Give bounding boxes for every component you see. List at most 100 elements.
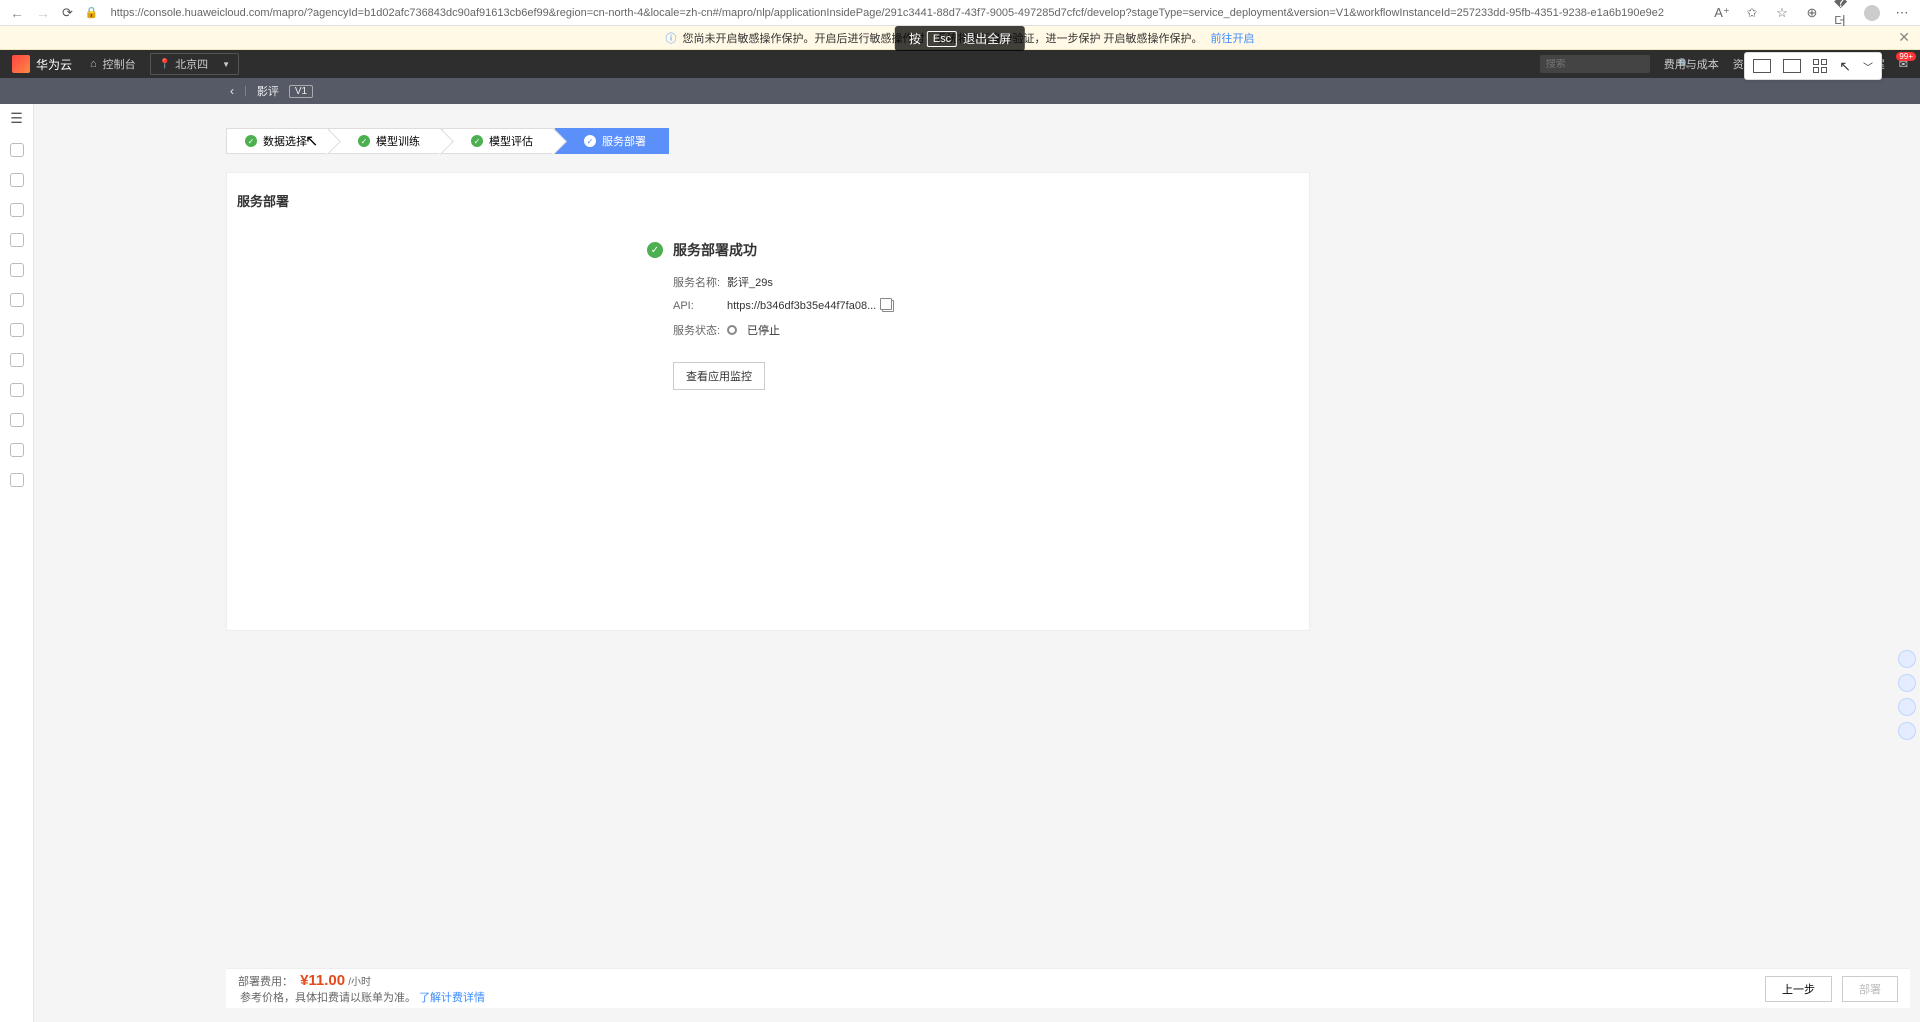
favorite-icon[interactable]: ✩ (1744, 5, 1760, 21)
home-icon[interactable]: ⌂ (90, 58, 97, 70)
main-area: ✓ 数据选择 ↖ ✓ 模型训练 ✓ 模型评估 ✓ 服务部署 服务部署 ✓ 服务部… (226, 128, 1310, 631)
help-icon[interactable] (1898, 650, 1916, 668)
read-aloud-icon[interactable]: A⁺ (1714, 5, 1730, 21)
status-dot-icon (727, 325, 737, 335)
step-label: 模型训练 (376, 133, 420, 149)
step-model-train[interactable]: ✓ 模型训练 (329, 128, 443, 154)
info-icon: ⓘ (665, 30, 676, 46)
left-sidebar: ☰ (0, 104, 34, 1022)
sub-header: ‹ | 影评 V1 (0, 78, 1920, 104)
side-icon-8[interactable] (10, 353, 24, 367)
side-icon-3[interactable] (10, 203, 24, 217)
side-icon-6[interactable] (10, 293, 24, 307)
url-bar[interactable]: https://console.huaweicloud.com/mapro/?a… (111, 7, 1702, 19)
check-icon: ✓ (245, 135, 257, 147)
lock-icon: 🔒 (85, 6, 99, 19)
brand-name: 华为云 (36, 56, 72, 73)
forward-arrow-icon[interactable]: → (36, 5, 50, 21)
value-status: 已停止 (727, 322, 780, 338)
success-check-icon: ✓ (647, 242, 663, 258)
ref-link[interactable]: 了解计费详情 (419, 992, 485, 1004)
label-api: API: (673, 300, 727, 312)
page-title: 影评 (257, 83, 279, 99)
console-link[interactable]: 控制台 (103, 56, 136, 72)
row-service-name: 服务名称: 影评_29s (673, 274, 1299, 290)
cursor-icon: ↖ (305, 131, 318, 151)
mail-badge: 99+ (1896, 52, 1916, 61)
esc-key: Esc (927, 31, 957, 47)
search-input[interactable] (1546, 59, 1678, 70)
view-monitor-button[interactable]: 查看应用监控 (673, 362, 765, 390)
browser-toolbar: ← → ⟳ 🔒 https://console.huaweicloud.com/… (0, 0, 1920, 26)
back-arrow-icon[interactable]: ← (10, 5, 24, 21)
side-icon-2[interactable] (10, 173, 24, 187)
logo-block[interactable]: 华为云 (12, 55, 72, 73)
footer-buttons: 上一步 部署 (1765, 976, 1898, 1002)
step-label: 模型评估 (489, 133, 533, 149)
layout-single-icon[interactable] (1753, 59, 1771, 73)
mail-icon[interactable]: ✉99+ (1899, 58, 1908, 71)
nav-cost[interactable]: 费用与成本 (1664, 56, 1719, 72)
content-panel: 服务部署 ✓ 服务部署成功 服务名称: 影评_29s API: https://… (226, 172, 1310, 631)
divider: | (244, 85, 247, 97)
feedback-icon[interactable] (1898, 674, 1916, 692)
side-icon-1[interactable] (10, 143, 24, 157)
success-title: 服务部署成功 (673, 240, 757, 260)
close-icon[interactable]: ✕ (1898, 29, 1910, 46)
fullscreen-hint: 按 Esc 退出全屏 (895, 26, 1025, 51)
label-service-name: 服务名称: (673, 274, 727, 290)
check-icon: ✓ (358, 135, 370, 147)
row-status: 服务状态: 已停止 (673, 322, 1299, 338)
row-api: API: https://b346df3b35e44f7fa08... (673, 300, 1299, 312)
chat-icon[interactable] (1898, 722, 1916, 740)
extensions-icon[interactable]: �더 (1834, 5, 1850, 21)
status-text: 已停止 (747, 322, 780, 338)
cost-value: ¥11.00 (300, 972, 345, 989)
search-box[interactable]: 🔍 (1540, 55, 1650, 73)
footer-bar: 部署费用： ¥11.00 /小时 参考价格，具体扣费请以账单为准。 了解计费详情… (226, 968, 1910, 1008)
prev-button[interactable]: 上一步 (1765, 976, 1832, 1002)
step-model-eval[interactable]: ✓ 模型评估 (442, 128, 556, 154)
success-block: ✓ 服务部署成功 服务名称: 影评_29s API: https://b346d… (647, 240, 1299, 390)
step-data-select[interactable]: ✓ 数据选择 ↖ (226, 128, 330, 154)
region-name: 北京四 (175, 56, 208, 72)
collections-icon[interactable]: ⊕ (1804, 5, 1820, 21)
chevron-down-icon[interactable]: ﹀ (1863, 59, 1873, 74)
cursor-select-icon[interactable]: ↖ (1839, 58, 1851, 75)
refresh-icon[interactable]: ⟳ (62, 5, 73, 21)
side-icon-4[interactable] (10, 233, 24, 247)
star-icon[interactable]: ☆ (1774, 5, 1790, 21)
cost-block: 部署费用： ¥11.00 /小时 参考价格，具体扣费请以账单为准。 了解计费详情 (238, 972, 485, 1005)
more-icon[interactable]: ⋯ (1894, 5, 1910, 21)
section-title: 服务部署 (237, 191, 1299, 210)
copy-icon[interactable] (882, 300, 894, 312)
check-icon: ✓ (471, 135, 483, 147)
region-selector[interactable]: 📍 北京四 ▼ (150, 53, 239, 75)
deploy-button: 部署 (1842, 976, 1898, 1002)
side-icon-10[interactable] (10, 413, 24, 427)
step-label: 数据选择 (263, 133, 307, 149)
side-icon-9[interactable] (10, 383, 24, 397)
support-icon[interactable] (1898, 698, 1916, 716)
back-icon[interactable]: ‹ (230, 84, 234, 98)
step-label: 服务部署 (602, 133, 646, 149)
huawei-logo-icon (12, 55, 30, 73)
menu-icon[interactable]: ☰ (10, 110, 23, 127)
layout-double-icon[interactable] (1783, 59, 1801, 73)
pin-icon: 📍 (159, 59, 171, 70)
layout-grid-icon[interactable] (1813, 59, 1827, 73)
browser-actions: A⁺ ✩ ☆ ⊕ �더 ⋯ (1714, 5, 1910, 21)
side-icon-5[interactable] (10, 263, 24, 277)
version-tag: V1 (289, 85, 313, 98)
side-icon-7[interactable] (10, 323, 24, 337)
side-icon-11[interactable] (10, 443, 24, 457)
success-heading: ✓ 服务部署成功 (647, 240, 1299, 260)
side-icon-12[interactable] (10, 473, 24, 487)
notice-link[interactable]: 前往开启 (1211, 30, 1255, 46)
view-toolbar: ↖ ﹀ (1744, 52, 1882, 80)
hint-suffix: 退出全屏 (963, 30, 1011, 47)
ref-text: 参考价格，具体扣费请以账单为准。 (240, 992, 416, 1004)
step-service-deploy[interactable]: ✓ 服务部署 (555, 128, 669, 154)
cost-unit: /小时 (348, 977, 371, 988)
profile-avatar-icon[interactable] (1864, 5, 1880, 21)
